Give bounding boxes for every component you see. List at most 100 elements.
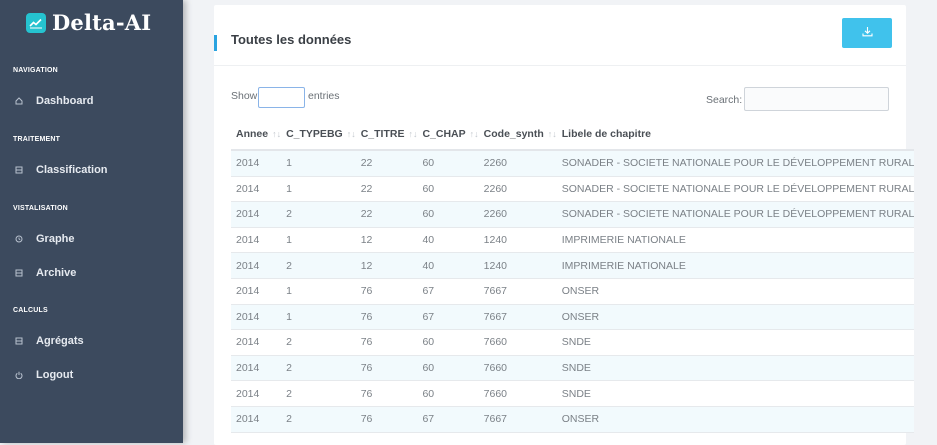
table-cell: 2014 [231, 304, 282, 331]
column-header-label: Code_synth [483, 128, 544, 140]
table-cell: 2014 [231, 176, 282, 203]
section-heading-navigation: NAVIGATION [13, 67, 58, 74]
table-cell: 60 [417, 329, 479, 356]
table-cell: IMPRIMERIE NATIONALE [556, 252, 915, 279]
column-header-label: C_TITRE [360, 128, 405, 140]
sidebar-item-dashboard[interactable]: Dashboard [14, 95, 93, 107]
column-header-c-chap[interactable]: C_CHAP ↑↓ [417, 119, 479, 151]
table-cell: IMPRIMERIE NATIONALE [556, 227, 915, 254]
sidebar-item-label: Archive [36, 267, 77, 279]
column-header-label: C_TYPEBG [286, 128, 343, 140]
sidebar-item-archive[interactable]: Archive [14, 267, 76, 279]
grid-icon [14, 165, 24, 175]
table-cell: 1 [281, 278, 356, 305]
sidebar-item-logout[interactable]: Logout [14, 369, 73, 381]
table-cell: 76 [355, 329, 418, 356]
table-cell: 76 [355, 406, 418, 433]
header-divider [214, 65, 906, 66]
table-cell: 76 [355, 355, 418, 382]
table-cell: 1 [281, 227, 356, 254]
table-cell: 60 [417, 201, 479, 228]
table-cell: SNDE [556, 380, 915, 407]
table-cell: 76 [355, 380, 418, 407]
grid-icon [14, 268, 24, 278]
table-cell: 1240 [478, 252, 557, 279]
table-cell: 76 [355, 304, 418, 331]
table-cell: 1 [281, 150, 356, 177]
table-row[interactable]: 2014 1 76 67 7667 ONSER [231, 278, 915, 305]
table-cell: 1240 [478, 227, 557, 254]
table-cell: 2014 [231, 406, 282, 433]
table-cell: 2014 [231, 252, 282, 279]
column-header-label: C_CHAP [422, 128, 466, 140]
table-cell: SONADER - SOCIETE NATIONALE POUR LE DÉVE… [556, 201, 915, 228]
column-header-annee[interactable]: Annee ↑↓ [231, 119, 282, 151]
power-icon [14, 370, 24, 380]
table-row[interactable]: 2014 1 76 67 7667 ONSER [231, 304, 915, 331]
table-row[interactable]: 2014 2 76 60 7660 SNDE [231, 380, 915, 407]
column-header-c-typebg[interactable]: C_TYPEBG ↑↓ [281, 119, 356, 151]
table-cell: 2014 [231, 150, 282, 177]
table-cell: 7667 [478, 278, 557, 305]
table-cell: 7660 [478, 329, 557, 356]
table-cell: 2014 [231, 355, 282, 382]
table-cell: 60 [417, 150, 479, 177]
search-input[interactable] [744, 87, 889, 111]
table-cell: 2260 [478, 150, 557, 177]
table-cell: 2014 [231, 227, 282, 254]
brand-logo[interactable]: Delta-AI [26, 10, 151, 35]
sort-icon: ↑↓ [469, 129, 479, 139]
download-button[interactable] [842, 18, 892, 48]
column-header-libele-de-chapitre[interactable]: Libele de chapitre [556, 119, 915, 151]
sidebar-item-graphe[interactable]: Graphe [14, 233, 75, 245]
table-cell: 1 [281, 304, 356, 331]
table-cell: ONSER [556, 304, 915, 331]
sort-icon: ↑↓ [408, 129, 418, 139]
table-cell: SONADER - SOCIETE NATIONALE POUR LE DÉVE… [556, 176, 915, 203]
table-cell: 2 [281, 380, 356, 407]
table-row[interactable]: 2014 1 22 60 2260 SONADER - SOCIETE NATIONALE… [231, 150, 915, 177]
table-row[interactable]: 2014 2 76 60 7660 SNDE [231, 329, 915, 356]
table-row[interactable]: 2014 2 76 60 7660 SNDE [231, 355, 915, 382]
brand-name: Delta-AI [52, 10, 152, 35]
table-cell: 2014 [231, 380, 282, 407]
table-cell: 2260 [478, 201, 557, 228]
entries-per-page-input[interactable] [258, 87, 305, 108]
sort-icon: ↑↓ [346, 129, 356, 139]
sidebar-item-label: Graphe [36, 233, 75, 245]
table-cell: 2260 [478, 176, 557, 203]
section-heading-traitement: TRAITEMENT [13, 136, 61, 143]
table-row[interactable]: 2014 2 22 60 2260 SONADER - SOCIETE NATIONALE… [231, 201, 915, 228]
table-cell: 22 [355, 150, 418, 177]
table-row[interactable]: 2014 2 76 67 7667 ONSER [231, 406, 915, 433]
table-row[interactable]: 2014 1 22 60 2260 SONADER - SOCIETE NATIONALE… [231, 176, 915, 203]
table-cell: 2 [281, 252, 356, 279]
section-heading-calculs: CALCULS [13, 307, 48, 314]
sidebar: Delta-AI NAVIGATION Dashboard TRAITEMENT… [0, 0, 183, 443]
table-cell: 1 [281, 176, 356, 203]
data-card: Toutes les données Show entries Search: … [214, 5, 915, 445]
table-cell: 40 [417, 227, 479, 254]
sidebar-item-agregats[interactable]: Agrégats [14, 335, 84, 347]
table-cell: 60 [417, 380, 479, 407]
data-table: Annee ↑↓ C_TYPEBG ↑↓ C_TITRE ↑↓ C_CHAP ↑↓ Co… [231, 119, 915, 433]
home-icon [14, 96, 24, 106]
table-header-row: Annee ↑↓ C_TYPEBG ↑↓ C_TITRE ↑↓ C_CHAP ↑↓ Co… [231, 119, 915, 151]
column-header-code-synth[interactable]: Code_synth ↑↓ [478, 119, 557, 151]
table-cell: 2014 [231, 201, 282, 228]
section-heading-vistalisation: VISTALISATION [13, 205, 68, 212]
table-cell: 22 [355, 176, 418, 203]
show-label: Show [231, 90, 258, 102]
table-cell: ONSER [556, 406, 915, 433]
table-cell: SNDE [556, 329, 915, 356]
table-row[interactable]: 2014 2 12 40 1240 IMPRIMERIE NATIONALE [231, 252, 915, 279]
table-row[interactable]: 2014 1 12 40 1240 IMPRIMERIE NATIONALE [231, 227, 915, 254]
table-cell: 7660 [478, 355, 557, 382]
table-cell: 67 [417, 278, 479, 305]
sidebar-item-classification[interactable]: Classification [14, 164, 108, 176]
table-cell: SONADER - SOCIETE NATIONALE POUR LE DÉVE… [556, 150, 915, 177]
column-header-c-titre[interactable]: C_TITRE ↑↓ [355, 119, 418, 151]
sort-icon: ↑↓ [547, 129, 557, 139]
sidebar-item-label: Agrégats [36, 335, 84, 347]
table-cell: 12 [355, 227, 418, 254]
